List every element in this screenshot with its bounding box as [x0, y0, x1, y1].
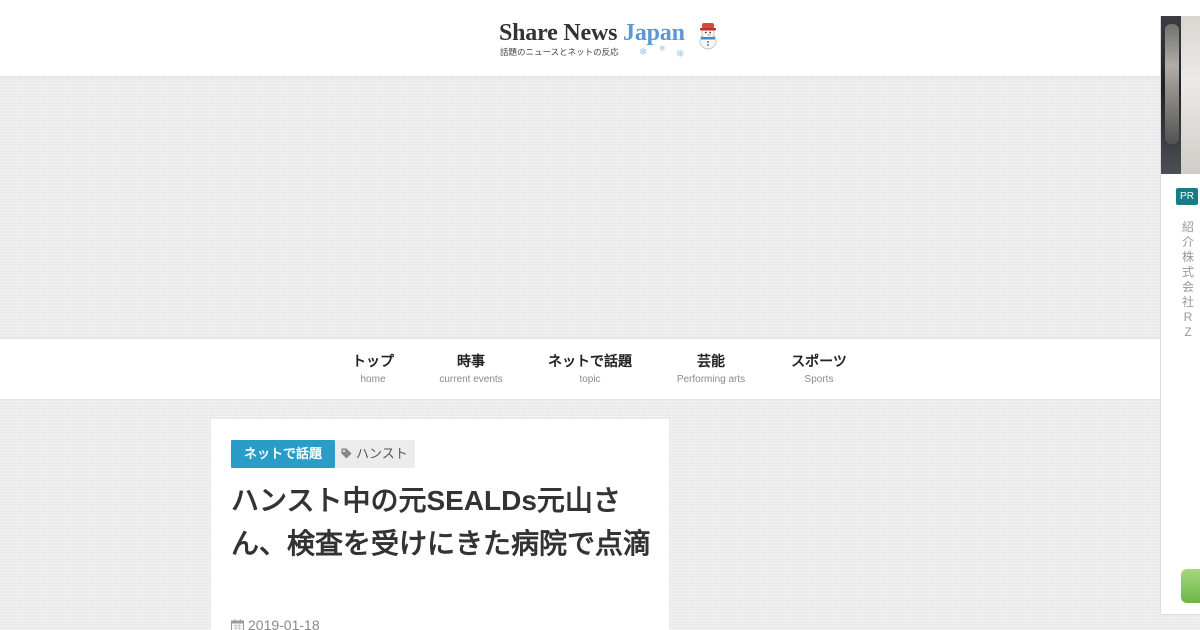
category-badge[interactable]: ネットで話題 — [231, 440, 336, 468]
nav-item-current-events[interactable]: 時事 current events — [431, 351, 511, 385]
nav-item-label: スポーツ — [791, 353, 847, 369]
pr-badge: PR — [1176, 188, 1198, 205]
nav-item-sub: Performing arts — [676, 374, 746, 385]
tag-label: ハンスト — [356, 446, 408, 461]
nav-item-label: 時事 — [457, 353, 485, 369]
side-ad-image[interactable] — [1161, 16, 1200, 174]
logo-title-main: Share News — [499, 20, 624, 46]
snowman-icon — [699, 23, 717, 50]
site-header: Share News Japan 話題のニュースとネットの反応 ❄ ❄ ❄ — [0, 0, 1200, 77]
snowflake-icon: ❄ — [639, 47, 648, 58]
ad-banner-space — [0, 77, 1160, 337]
nav-item-performing-arts[interactable]: 芸能 Performing arts — [670, 351, 752, 385]
logo-tagline: 話題のニュースとネットの反応 — [500, 48, 619, 58]
calendar-icon — [231, 619, 244, 630]
nav-item-topic[interactable]: ネットで話題 topic — [545, 351, 635, 385]
snowflake-icon: ❄ — [676, 49, 685, 60]
logo-title: Share News Japan — [499, 20, 685, 47]
nav-item-label: 芸能 — [697, 353, 725, 369]
post-date-text: 2019-01-18 — [248, 617, 320, 630]
nav-item-sub: topic — [579, 374, 601, 385]
article-title: ハンスト中の元SEALDs元山さん、検査を受けにきた病院で点滴 — [231, 485, 652, 559]
tag-icon — [341, 448, 352, 459]
side-ad-panel[interactable]: PR 紹介株式会社RZ — [1160, 16, 1200, 615]
side-ad-button[interactable] — [1181, 569, 1200, 603]
site-logo[interactable]: Share News Japan 話題のニュースとネットの反応 ❄ ❄ ❄ — [499, 20, 724, 64]
logo-title-accent: Japan — [623, 20, 685, 46]
nav-item-label: トップ — [352, 353, 394, 369]
side-ad-text[interactable]: 紹介株式会社RZ — [1181, 220, 1195, 340]
snowflake-icon: ❄ — [659, 44, 666, 53]
post-date: 2019-01-18 — [231, 617, 320, 630]
nav-item-label: ネットで話題 — [548, 353, 632, 369]
nav-item-sub: home — [360, 374, 386, 385]
nav-item-sports[interactable]: スポーツ Sports — [786, 351, 852, 385]
tag-badge[interactable]: ハンスト — [335, 440, 415, 468]
nav-item-sub: current events — [439, 374, 503, 385]
nav-item-top[interactable]: トップ home — [351, 351, 395, 385]
article-card: ネットで話題 ハンスト ハンスト中の元SEALDs元山さん、検査を受けにきた病院… — [211, 419, 669, 630]
global-nav: トップ home 時事 current events ネットで話題 topic … — [0, 338, 1200, 400]
nav-item-sub: Sports — [804, 374, 834, 385]
